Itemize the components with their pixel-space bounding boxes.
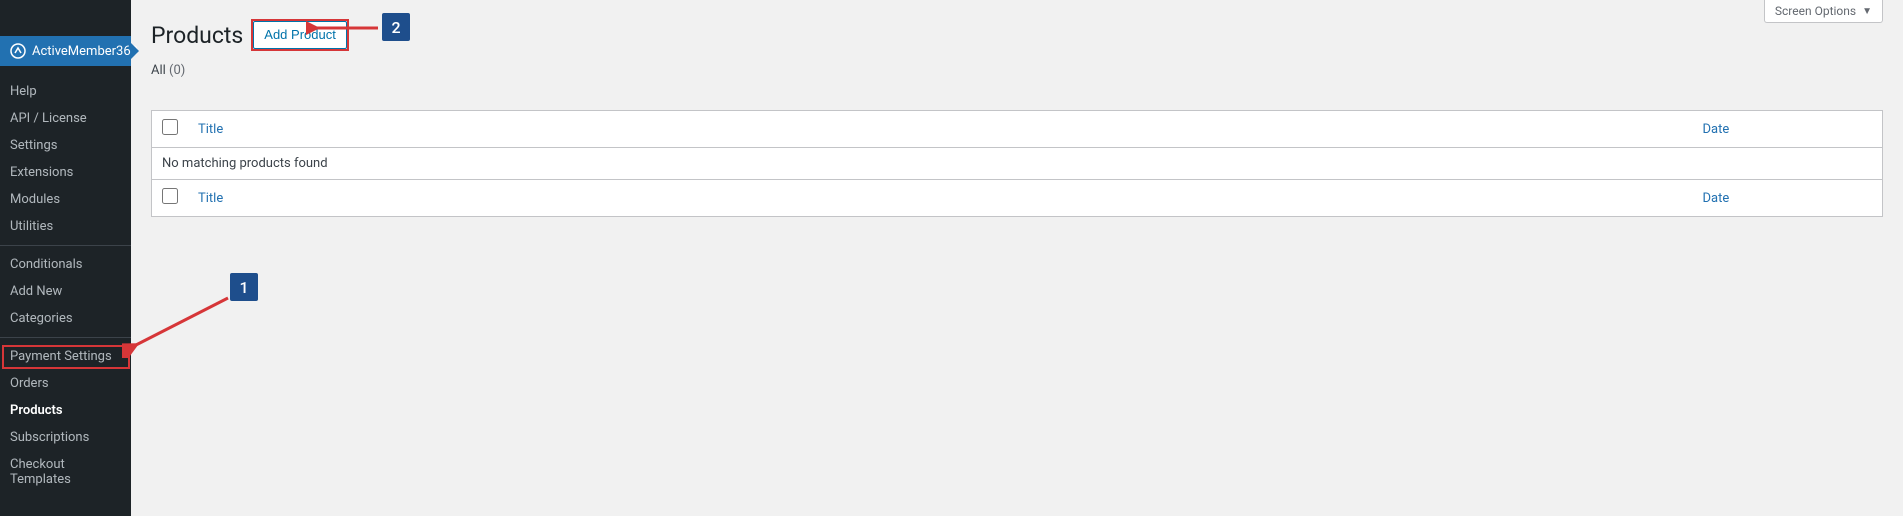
filter-all-label: All [151,63,166,78]
filter-all[interactable]: All (0) [151,63,185,78]
main-content: Screen Options ▼ Products Add Product Al… [131,0,1903,516]
sidebar-item-orders[interactable]: Orders [0,370,131,397]
annotation-highlight-add-button: Add Product [251,19,349,51]
no-items-message: No matching products found [152,148,1883,180]
sidebar-item-add-new[interactable]: Add New [0,278,131,305]
sidebar-item-help[interactable]: Help [0,78,131,105]
no-items-row: No matching products found [152,148,1883,180]
chevron-down-icon: ▼ [1862,6,1872,17]
sidebar-item-settings[interactable]: Settings [0,132,131,159]
select-all-header [152,111,189,148]
sidebar-item-payment-settings[interactable]: Payment Settings [0,343,131,370]
sidebar-active-plugin[interactable]: ActiveMember360 [0,36,131,66]
page-header: Products Add Product [151,10,1883,63]
products-table: Title Date No matching products found [151,110,1883,217]
column-footer-title[interactable]: Title [188,180,1693,217]
select-all-checkbox-footer[interactable] [162,188,178,204]
sidebar-item-api-license[interactable]: API / License [0,105,131,132]
sidebar-item-modules[interactable]: Modules [0,186,131,213]
plugin-icon [10,43,26,59]
sidebar-item-extensions[interactable]: Extensions [0,159,131,186]
annotation-step-1: 1 [230,273,258,301]
sidebar-divider [0,337,131,338]
sidebar-item-categories[interactable]: Categories [0,305,131,332]
sidebar-item-products[interactable]: Products [0,397,131,424]
page-title: Products [151,22,243,49]
sidebar-item-conditionals[interactable]: Conditionals [0,251,131,278]
screen-options-label: Screen Options [1775,4,1856,18]
sidebar-item-checkout-templates[interactable]: Checkout Templates [0,451,131,493]
filter-links: All (0) [151,63,1883,78]
column-footer-date[interactable]: Date [1693,180,1883,217]
filter-all-count: (0) [169,63,185,78]
sidebar-active-label: ActiveMember360 [32,44,138,59]
select-all-footer [152,180,189,217]
column-header-title[interactable]: Title [188,111,1693,148]
sidebar-item-subscriptions[interactable]: Subscriptions [0,424,131,451]
admin-sidebar: ActiveMember360 Help API / License Setti… [0,0,131,516]
sidebar-item-utilities[interactable]: Utilities [0,213,131,240]
select-all-checkbox[interactable] [162,119,178,135]
sidebar-submenu: Help API / License Settings Extensions M… [0,66,131,493]
sidebar-divider [0,245,131,246]
annotation-step-2: 2 [382,13,410,41]
screen-options-toggle[interactable]: Screen Options ▼ [1764,0,1883,23]
column-header-date[interactable]: Date [1693,111,1883,148]
add-product-button[interactable]: Add Product [253,21,347,49]
